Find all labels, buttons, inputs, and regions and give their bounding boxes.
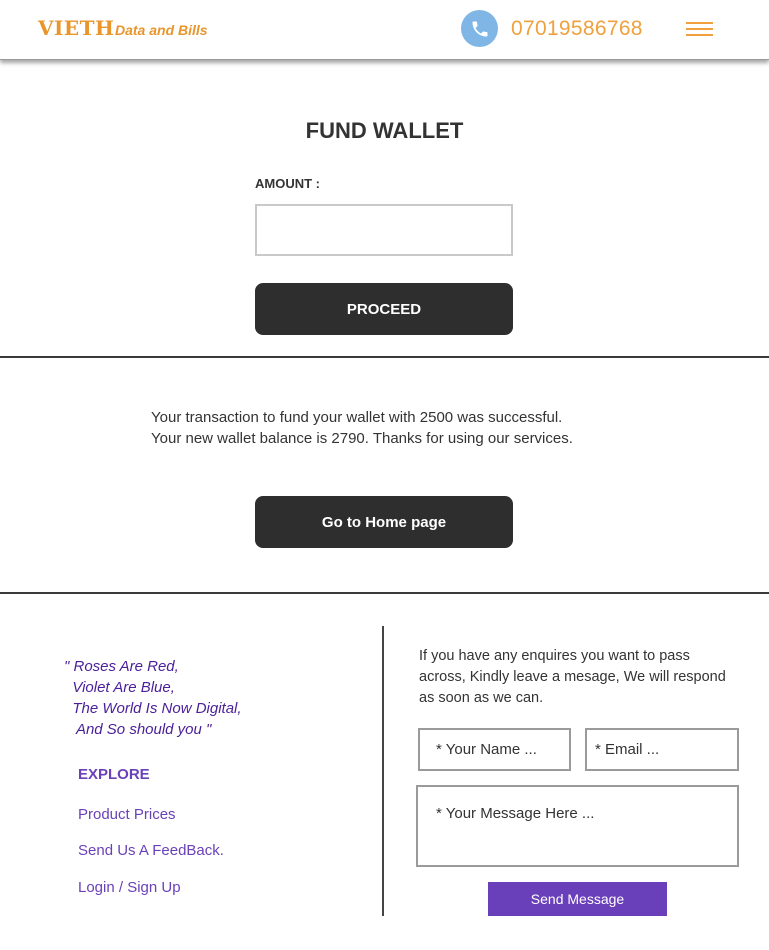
explore-heading: EXPLORE (78, 766, 150, 783)
phone-number[interactable]: 07019586768 (511, 17, 643, 41)
phone-icon (461, 10, 498, 47)
transaction-message: Your transaction to fund your wallet wit… (151, 407, 573, 449)
section-divider (0, 356, 769, 358)
balance-message-line: Your new wallet balance is 2790. Thanks … (151, 430, 573, 447)
message-field[interactable] (416, 785, 739, 867)
quote-line: The World Is Now Digital, (64, 700, 242, 717)
enquiry-text: If you have any enquires you want to pas… (419, 648, 726, 706)
site-header: VIETH Data and Bills 07019586768 (0, 0, 769, 60)
go-home-button[interactable]: Go to Home page (255, 496, 513, 548)
product-prices-link[interactable]: Product Prices (78, 806, 176, 823)
footer-quote: " Roses Are Red, Violet Are Blue, The Wo… (64, 656, 242, 740)
page-title: FUND WALLET (305, 118, 464, 143)
name-field[interactable] (418, 728, 571, 771)
footer-divider (0, 592, 769, 594)
quote-line: " Roses Are Red, (64, 658, 179, 675)
logo-tagline: Data and Bills (115, 22, 208, 38)
menu-bar (686, 22, 713, 24)
amount-input[interactable] (255, 204, 513, 256)
feedback-link[interactable]: Send Us A FeedBack. (78, 842, 224, 859)
login-signup-link[interactable]: Login / Sign Up (78, 879, 181, 896)
logo-text[interactable]: VIETH (38, 16, 114, 40)
send-message-button[interactable]: Send Message (488, 882, 667, 916)
hamburger-menu-icon[interactable] (686, 22, 713, 36)
phone-glyph-icon (472, 21, 487, 36)
amount-label: AMOUNT : (255, 176, 320, 191)
quote-line: And So should you " (64, 721, 212, 738)
email-field[interactable] (585, 728, 739, 771)
transaction-message-line: Your transaction to fund your wallet wit… (151, 409, 563, 426)
proceed-button[interactable]: PROCEED (255, 283, 513, 335)
menu-bar (686, 34, 713, 36)
menu-bar (686, 28, 713, 30)
quote-line: Violet Are Blue, (64, 679, 175, 696)
footer-vertical-divider (382, 626, 384, 916)
